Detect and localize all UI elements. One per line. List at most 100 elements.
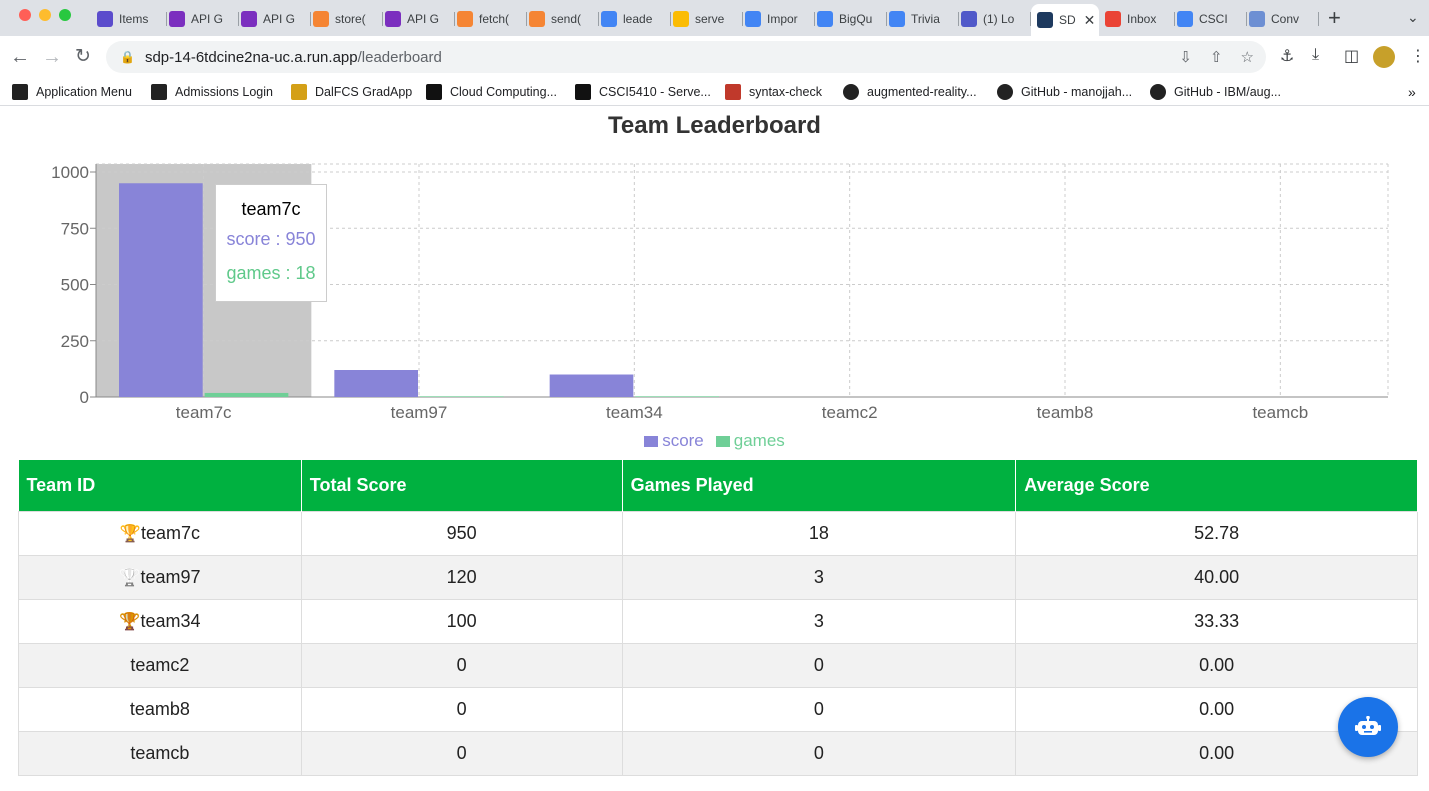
legend-item-games[interactable]: games bbox=[715, 431, 785, 451]
github-icon bbox=[997, 84, 1013, 100]
y-tick-label: 250 bbox=[61, 332, 89, 351]
trophy-silver-icon: 🏆 bbox=[119, 567, 141, 587]
tab-13[interactable]: SD ✕ bbox=[1031, 4, 1099, 36]
header-total-score[interactable]: Total Score bbox=[301, 460, 623, 511]
tab-10[interactable]: BigQu bbox=[815, 6, 887, 32]
chart-tooltip: team7c score : 950 games : 18 bbox=[215, 184, 327, 302]
extensions-icon[interactable]: ⚓ bbox=[1280, 46, 1294, 66]
header-games-played[interactable]: Games Played bbox=[622, 460, 1017, 511]
cell-total-score: 0 bbox=[300, 686, 623, 732]
close-tab-icon[interactable]: ✕ bbox=[1084, 12, 1096, 29]
bookmark-label: GitHub - manojjah... bbox=[1021, 85, 1133, 99]
bookmark-item[interactable]: syntax-check bbox=[725, 84, 822, 100]
cell-average-score: 40.00 bbox=[1015, 554, 1418, 600]
header-team-id[interactable]: Team ID bbox=[18, 460, 302, 511]
url-path: /leaderboard bbox=[357, 48, 442, 66]
cell-average-score: 52.78 bbox=[1015, 510, 1418, 556]
tab-3[interactable]: store( bbox=[311, 6, 383, 32]
cell-total-score: 0 bbox=[300, 730, 623, 776]
close-window-button[interactable] bbox=[19, 9, 31, 21]
tab-5[interactable]: fetch( bbox=[455, 6, 527, 32]
github-icon bbox=[1150, 84, 1166, 100]
tab-6[interactable]: send( bbox=[527, 6, 599, 32]
table-row: teamcb 0 0 0.00 bbox=[18, 730, 1418, 776]
address-bar[interactable]: 🔒 sdp-14-6tdcine2na-uc.a.run.app/leaderb… bbox=[106, 41, 1266, 73]
tab-label: fetch( bbox=[479, 12, 510, 26]
react-icon bbox=[1037, 12, 1053, 28]
forward-button[interactable]: → bbox=[42, 45, 62, 69]
team-name: teamb8 bbox=[129, 698, 190, 719]
x-tick-label: teamc2 bbox=[822, 403, 878, 422]
bar-score-team97 bbox=[334, 370, 418, 397]
bookmark-item[interactable]: GitHub - IBM/aug... bbox=[1150, 84, 1281, 100]
cell-total-score: 950 bbox=[300, 510, 623, 556]
tab-2[interactable]: API G bbox=[239, 6, 311, 32]
tab-0[interactable]: Items bbox=[95, 6, 167, 32]
more-bookmarks-icon[interactable]: » bbox=[1408, 84, 1416, 100]
cell-average-score: 33.33 bbox=[1015, 598, 1418, 644]
tooltip-games: games : 18 bbox=[226, 263, 316, 283]
side-panel-icon[interactable]: ◫ bbox=[1344, 46, 1359, 66]
bookmark-star-icon[interactable]: ☆ bbox=[1241, 48, 1254, 66]
cell-average-score: 0.00 bbox=[1015, 642, 1418, 688]
bar-games-team7c bbox=[204, 392, 289, 397]
menu-kebab-icon[interactable]: ⋮ bbox=[1410, 46, 1426, 66]
d2l-icon bbox=[575, 84, 591, 100]
api-gateway-icon bbox=[241, 11, 257, 27]
tab-4[interactable]: API G bbox=[383, 6, 455, 32]
bookmark-item[interactable]: DalFCS GradApp bbox=[291, 84, 412, 100]
minimize-window-button[interactable] bbox=[39, 9, 51, 21]
cell-team-id: teamc2 bbox=[18, 642, 302, 688]
tab-11[interactable]: Trivia bbox=[887, 6, 959, 32]
tab-9[interactable]: Impor bbox=[743, 6, 815, 32]
bookmark-item[interactable]: Cloud Computing... bbox=[426, 84, 557, 100]
new-tab-button[interactable]: + bbox=[1328, 6, 1341, 30]
tab-7[interactable]: leade bbox=[599, 6, 671, 32]
tab-strip: Items API G API G store(API G fetch(send(lea… bbox=[0, 0, 1429, 36]
robot-icon bbox=[1355, 716, 1381, 735]
reload-button[interactable]: ↻ bbox=[75, 45, 91, 69]
tab-search-chevron-icon[interactable]: ⌄ bbox=[1407, 9, 1419, 26]
tab-12[interactable]: (1) Lo bbox=[959, 6, 1031, 32]
cell-team-id: 🏆team7c bbox=[18, 510, 302, 556]
bookmark-item[interactable]: CSCI5410 - Serve... bbox=[575, 84, 711, 100]
back-button[interactable]: ← bbox=[10, 45, 30, 69]
d2l-icon bbox=[426, 84, 442, 100]
url-host: sdp-14-6tdcine2na-uc.a.run.app bbox=[144, 48, 358, 66]
tab-1[interactable]: API G bbox=[167, 6, 239, 32]
convert-icon bbox=[1249, 11, 1265, 27]
tab-label: SD bbox=[1059, 13, 1076, 27]
team-name: teamcb bbox=[130, 742, 190, 763]
header-average-score[interactable]: Average Score bbox=[1015, 460, 1418, 511]
cell-total-score: 120 bbox=[300, 554, 623, 600]
bookmark-item[interactable]: Admissions Login bbox=[151, 84, 273, 100]
share-icon[interactable]: ⇧ bbox=[1210, 48, 1223, 66]
bookmark-label: syntax-check bbox=[749, 85, 822, 99]
x-tick-label: team34 bbox=[606, 403, 663, 422]
tab-label: Conv bbox=[1271, 12, 1300, 26]
bookmark-item[interactable]: GitHub - manojjah... bbox=[997, 84, 1132, 100]
downloads-icon[interactable]: ⤓ bbox=[1312, 46, 1319, 64]
install-app-icon[interactable]: ⇩ bbox=[1179, 48, 1192, 66]
tab-label: BigQu bbox=[839, 12, 873, 26]
table-row: teamc2 0 0 0.00 bbox=[18, 642, 1418, 688]
bigquery-icon bbox=[817, 11, 833, 27]
maximize-window-button[interactable] bbox=[59, 9, 71, 21]
syntax-check-icon bbox=[725, 84, 741, 100]
chatbot-button[interactable] bbox=[1338, 697, 1398, 757]
tooltip-team: team7c bbox=[241, 199, 301, 219]
legend-swatch-games bbox=[715, 435, 730, 447]
tab-8[interactable]: serve bbox=[671, 6, 743, 32]
profile-avatar[interactable] bbox=[1373, 46, 1395, 68]
cell-team-id: teamcb bbox=[18, 730, 302, 776]
bookmark-item[interactable]: augmented-reality... bbox=[843, 84, 977, 100]
tab-label: Trivia bbox=[911, 12, 940, 26]
legend-item-score[interactable]: score bbox=[644, 431, 704, 451]
tab-14[interactable]: Inbox bbox=[1103, 6, 1175, 32]
tab-16[interactable]: Conv bbox=[1247, 6, 1319, 32]
tab-label: Impor bbox=[767, 12, 798, 26]
chart-legend: score games bbox=[0, 431, 1429, 451]
bookmark-item[interactable]: Application Menu bbox=[12, 84, 132, 100]
tab-15[interactable]: CSCI bbox=[1175, 6, 1247, 32]
tab-label: store( bbox=[335, 12, 366, 26]
